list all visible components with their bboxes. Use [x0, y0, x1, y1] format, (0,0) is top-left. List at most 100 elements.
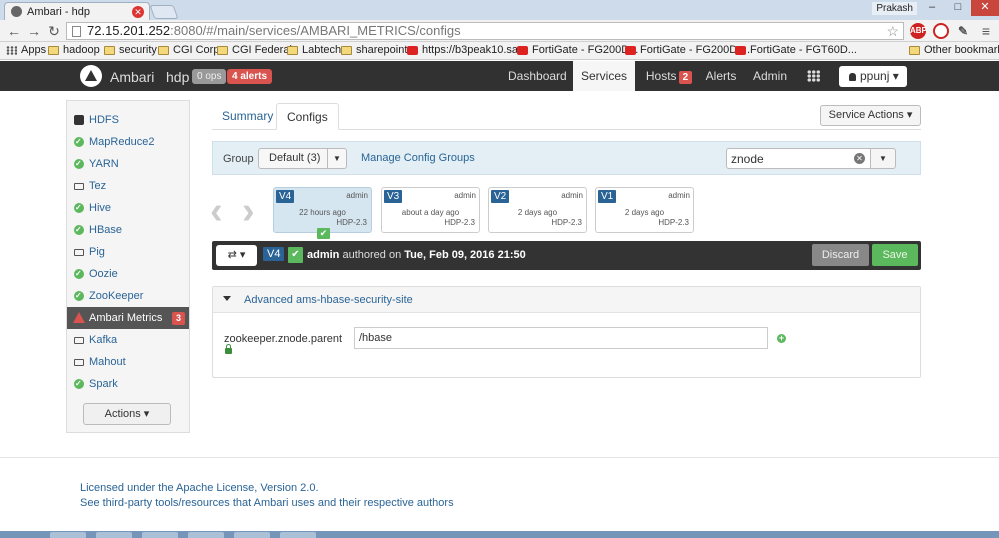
tab-summary[interactable]: Summary: [212, 103, 283, 130]
compare-button[interactable]: ⇄ ▾: [216, 245, 257, 266]
back-arrow-icon[interactable]: ←: [6, 23, 22, 39]
chevron-right-icon[interactable]: ›: [242, 192, 255, 230]
bookmark-cgi-corp[interactable]: CGI Corp: [158, 44, 219, 56]
browser-user-label[interactable]: Prakash: [872, 2, 917, 15]
clear-filter-icon[interactable]: ✕: [854, 153, 865, 164]
version-box-v2[interactable]: V2 admin 2 days ago HDP-2.3: [488, 187, 587, 233]
manage-config-groups-link[interactable]: Manage Config Groups: [361, 152, 475, 164]
nav-services[interactable]: Services: [573, 61, 635, 91]
views-grid-icon[interactable]: [807, 70, 820, 82]
browser-tab[interactable]: Ambari - hdp ✕: [4, 2, 150, 20]
config-group-select[interactable]: Default (3) ▼: [258, 148, 347, 169]
version-box-v1[interactable]: V1 admin 2 days ago HDP-2.3: [595, 187, 694, 233]
lock-icon[interactable]: [225, 344, 232, 354]
sidebar-item-hdfs[interactable]: HDFS: [67, 109, 189, 131]
warning-icon: [73, 312, 85, 323]
property-name: zookeeper.znode.parent: [224, 333, 343, 345]
bookmark-b3peak[interactable]: https://b3peak10.sa...: [407, 44, 527, 56]
version-tag: V1: [598, 190, 617, 203]
taskbar-item[interactable]: [234, 532, 270, 538]
shuffle-icon: ⇄: [227, 249, 237, 261]
bookmark-hadoop[interactable]: hadoop: [48, 44, 100, 56]
laptop-icon: [74, 337, 84, 344]
tab-configs[interactable]: Configs: [276, 103, 339, 130]
bookmark-fortigate-2[interactable]: FortiGate - FG200D-...: [625, 44, 750, 56]
taskbar-item[interactable]: [50, 532, 86, 538]
minimize-icon[interactable]: –: [919, 0, 945, 16]
version-box-v3[interactable]: V3 admin about a day ago HDP-2.3: [381, 187, 480, 233]
sidebar-item-yarn[interactable]: YARN: [67, 153, 189, 175]
forward-arrow-icon[interactable]: →: [26, 23, 42, 39]
property-value-input[interactable]: [354, 327, 768, 349]
taskbar-item[interactable]: [188, 532, 224, 538]
nav-hosts[interactable]: Hosts 2: [645, 61, 693, 91]
taskbar-item[interactable]: [142, 532, 178, 538]
ops-badge[interactable]: 0 ops: [192, 69, 227, 84]
actions-button[interactable]: Actions ▾: [83, 403, 171, 425]
sidebar-item-kafka[interactable]: Kafka: [67, 329, 189, 351]
brand-name[interactable]: Ambari: [110, 69, 154, 85]
address-bar[interactable]: 72.15.201.252:8080/#/main/services/AMBAR…: [66, 22, 904, 40]
url-host: 72.15.201.252: [87, 23, 171, 38]
bookmark-fortigate-1[interactable]: FortiGate - FG200D...: [517, 44, 638, 56]
sidebar-item-mahout[interactable]: Mahout: [67, 351, 189, 373]
bookmark-apps[interactable]: Apps: [6, 44, 46, 56]
taskbar-item[interactable]: [96, 532, 132, 538]
sidebar-item-mapreduce2[interactable]: MapReduce2: [67, 131, 189, 153]
bookmark-fortigate-3[interactable]: FortiGate - FGT60D...: [735, 44, 857, 56]
wrench-icon[interactable]: ✎: [955, 23, 971, 39]
sidebar-item-zookeeper[interactable]: ZooKeeper: [67, 285, 189, 307]
group-label: Group: [223, 153, 254, 165]
cluster-name: hdp: [166, 69, 190, 85]
sidebar-item-ambari-metrics[interactable]: Ambari Metrics 3: [67, 307, 189, 329]
maximize-icon[interactable]: □: [945, 0, 971, 16]
fortigate-icon: [625, 45, 636, 55]
sidebar-item-tez[interactable]: Tez: [67, 175, 189, 197]
folder-icon: [217, 45, 228, 55]
browser-menu-icon[interactable]: ≡: [978, 23, 994, 39]
chevron-left-icon[interactable]: ‹: [210, 192, 223, 230]
chevron-down-icon[interactable]: ▼: [327, 149, 346, 168]
sidebar-item-hbase[interactable]: HBase: [67, 219, 189, 241]
panel-header[interactable]: Advanced ams-hbase-security-site: [213, 287, 920, 313]
laptop-icon: [74, 183, 84, 190]
nav-dashboard[interactable]: Dashboard: [508, 61, 567, 91]
version-tag: V3: [384, 190, 403, 203]
taskbar-item[interactable]: [280, 532, 316, 538]
save-button[interactable]: Save: [872, 244, 918, 266]
alerts-badge[interactable]: 4 alerts: [227, 69, 273, 84]
page-icon: [72, 26, 81, 37]
license-link[interactable]: Licensed under the Apache License, Versi…: [80, 482, 319, 494]
nav-admin[interactable]: Admin: [753, 61, 787, 91]
adblock-icon[interactable]: ABP: [910, 23, 927, 39]
discard-button[interactable]: Discard: [812, 244, 869, 266]
close-tab-icon[interactable]: ✕: [132, 6, 144, 18]
bookmark-labtech[interactable]: Labtech: [287, 44, 341, 56]
ambari-logo-icon[interactable]: [80, 65, 102, 87]
config-filter-input[interactable]: [726, 148, 871, 169]
new-tab-button[interactable]: [149, 5, 179, 19]
service-actions-button[interactable]: Service Actions ▾: [820, 105, 921, 126]
url-path: :8080/#/main/services/AMBARI_METRICS/con…: [170, 23, 461, 38]
sidebar-item-pig[interactable]: Pig: [67, 241, 189, 263]
version-tag: V2: [491, 190, 510, 203]
bookmark-other[interactable]: Other bookmarks: [909, 44, 999, 56]
sidebar-item-hive[interactable]: Hive: [67, 197, 189, 219]
bookmark-star-icon[interactable]: ☆: [886, 23, 899, 39]
filter-options-button[interactable]: ▼: [870, 148, 896, 169]
bookmark-sharepoint[interactable]: sharepoint: [341, 44, 407, 56]
third-party-link[interactable]: See third-party tools/resources that Amb…: [80, 497, 454, 509]
caret-down-icon[interactable]: [223, 296, 231, 301]
bookmark-cgi-federal[interactable]: CGI Federal: [217, 44, 292, 56]
bookmark-security[interactable]: security: [104, 44, 157, 56]
sidebar-item-spark[interactable]: Spark: [67, 373, 189, 395]
window-close-icon[interactable]: ✕: [971, 0, 999, 16]
reload-icon[interactable]: ↻: [46, 23, 62, 39]
panel-title[interactable]: Advanced ams-hbase-security-site: [244, 294, 413, 306]
nav-alerts[interactable]: Alerts: [704, 61, 738, 91]
block-extension-icon[interactable]: [933, 23, 949, 39]
user-menu-button[interactable]: ppunj ▾: [839, 66, 907, 87]
sidebar-item-oozie[interactable]: Oozie: [67, 263, 189, 285]
plus-icon[interactable]: +: [777, 334, 786, 343]
version-box-v4[interactable]: V4 admin 22 hours ago HDP-2.3 ✔: [273, 187, 372, 239]
